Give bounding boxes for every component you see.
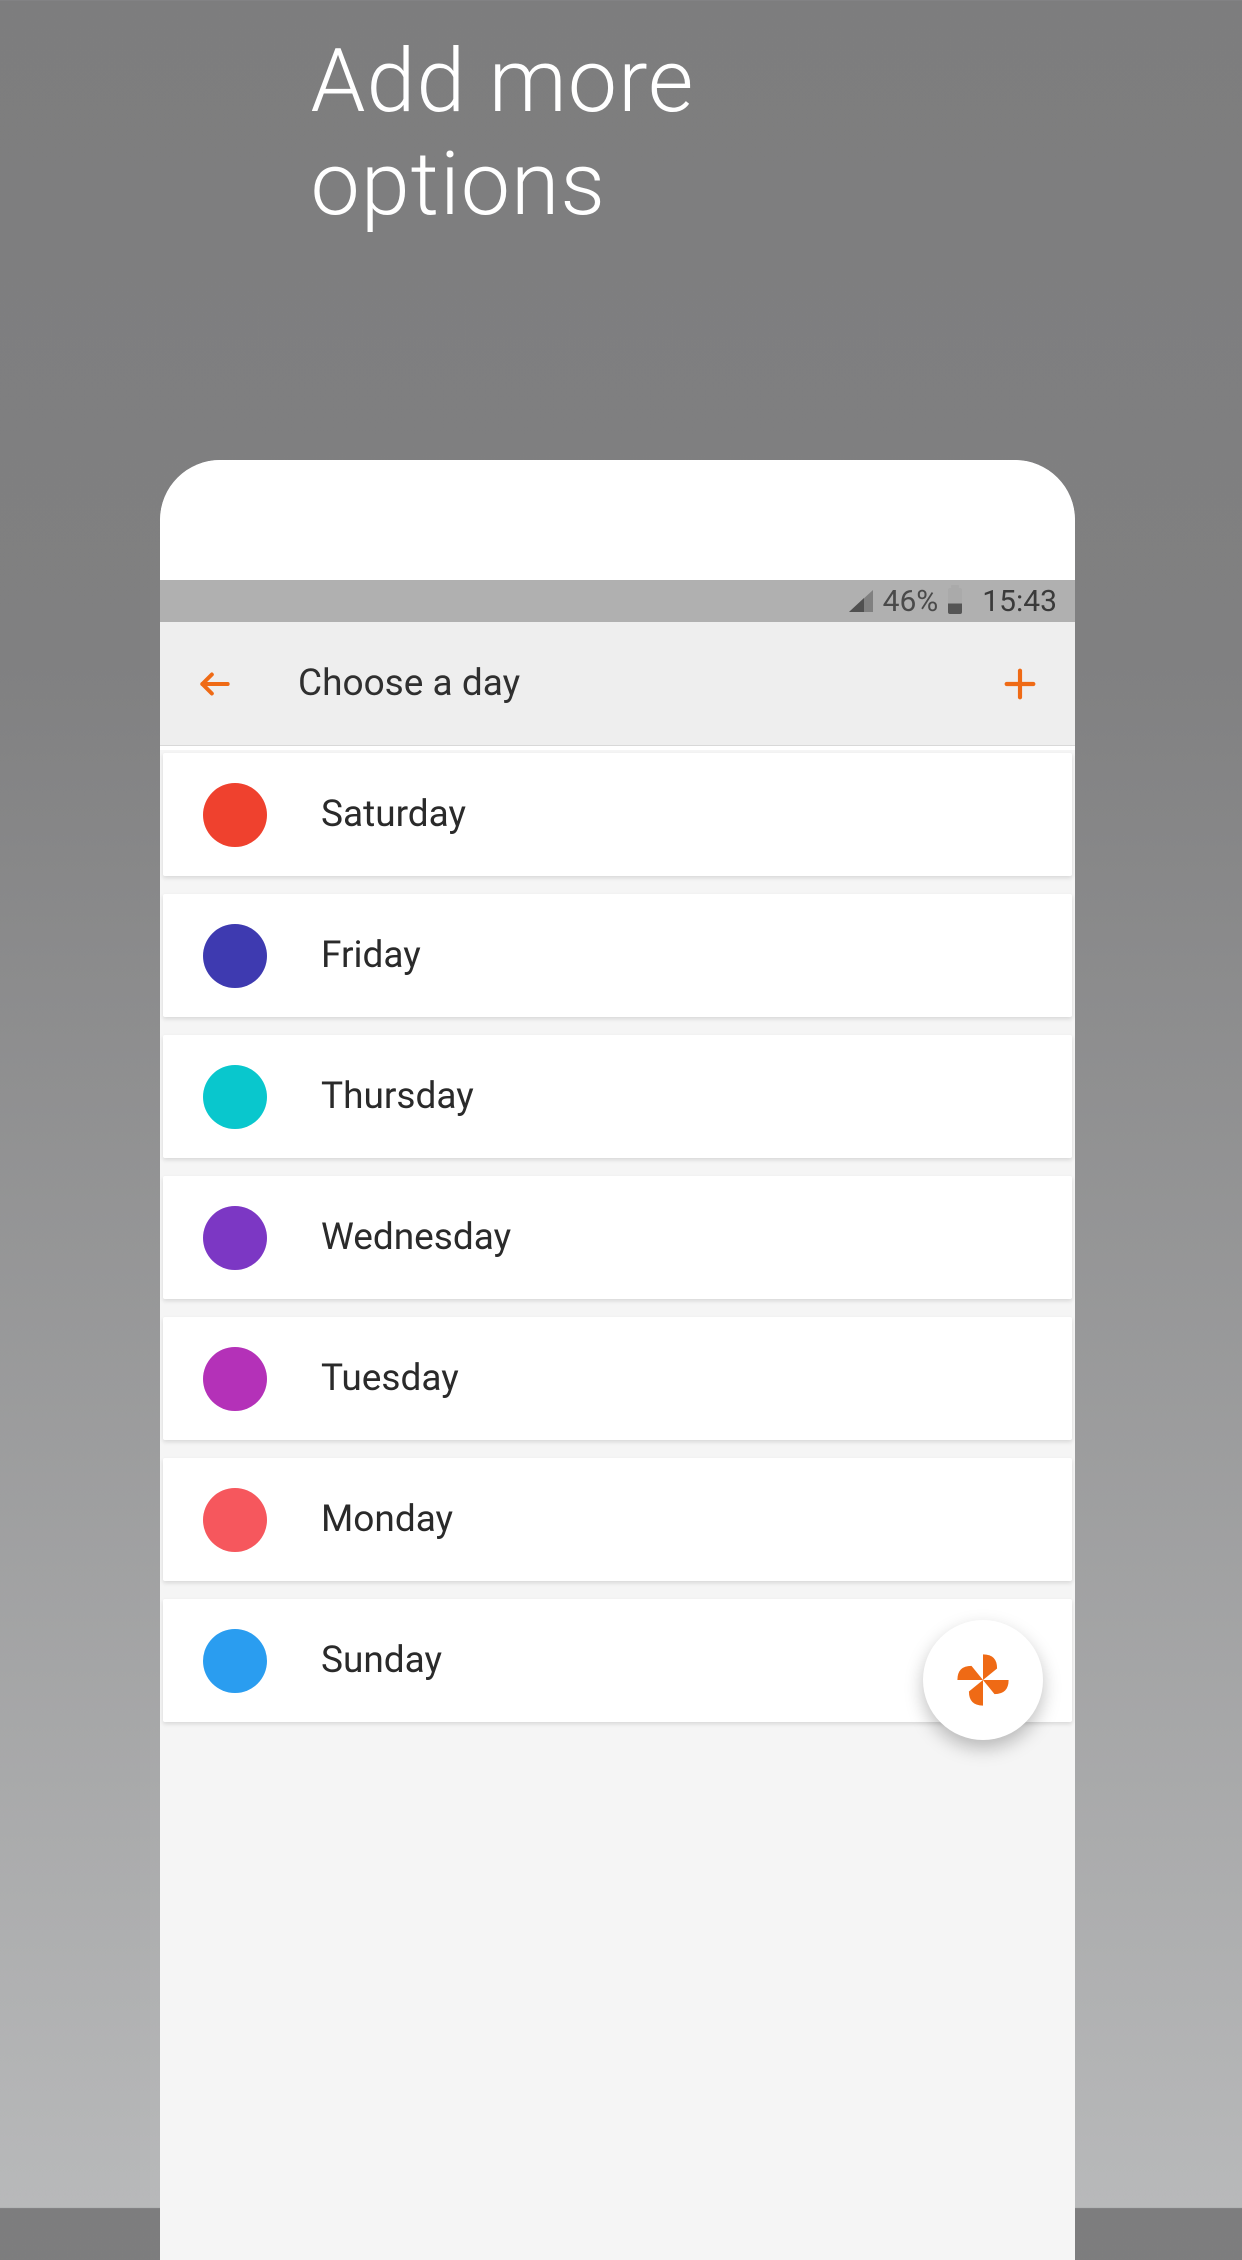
pinwheel-icon bbox=[951, 1648, 1015, 1712]
color-dot-icon bbox=[203, 1065, 267, 1129]
day-item-label: Tuesday bbox=[321, 1357, 459, 1400]
plus-icon bbox=[1000, 664, 1040, 704]
color-dot-icon bbox=[203, 1347, 267, 1411]
app-bar: Choose a day bbox=[160, 622, 1075, 746]
promo-title: Add more options bbox=[311, 30, 932, 236]
color-dot-icon bbox=[203, 1206, 267, 1270]
color-dot-icon bbox=[203, 1488, 267, 1552]
app-bar-title: Choose a day bbox=[298, 662, 520, 705]
color-dot-icon bbox=[203, 924, 267, 988]
add-button[interactable] bbox=[995, 659, 1045, 709]
color-dot-icon bbox=[203, 1629, 267, 1693]
day-item-tuesday[interactable]: Tuesday bbox=[163, 1317, 1072, 1440]
signal-icon bbox=[849, 590, 873, 612]
battery-percent: 46% bbox=[883, 584, 939, 619]
status-bar: 46% 15:43 bbox=[160, 580, 1075, 622]
day-item-wednesday[interactable]: Wednesday bbox=[163, 1176, 1072, 1299]
phone-frame: 46% 15:43 Choose a day Saturday Friday bbox=[160, 460, 1075, 2260]
day-item-label: Wednesday bbox=[321, 1216, 511, 1259]
day-item-label: Monday bbox=[321, 1498, 453, 1541]
day-item-label: Sunday bbox=[321, 1639, 442, 1682]
day-item-label: Thursday bbox=[321, 1075, 474, 1118]
day-list: Saturday Friday Thursday Wednesday Tuesd… bbox=[160, 750, 1075, 2260]
back-button[interactable] bbox=[190, 659, 240, 709]
day-item-monday[interactable]: Monday bbox=[163, 1458, 1072, 1581]
day-item-friday[interactable]: Friday bbox=[163, 894, 1072, 1017]
arrow-left-icon bbox=[196, 665, 234, 703]
battery-icon bbox=[948, 588, 962, 614]
fab-button[interactable] bbox=[923, 1620, 1043, 1740]
color-dot-icon bbox=[203, 783, 267, 847]
status-time: 15:43 bbox=[982, 584, 1057, 619]
day-item-thursday[interactable]: Thursday bbox=[163, 1035, 1072, 1158]
day-item-label: Saturday bbox=[321, 793, 466, 836]
day-item-label: Friday bbox=[321, 934, 421, 977]
day-item-saturday[interactable]: Saturday bbox=[163, 753, 1072, 876]
